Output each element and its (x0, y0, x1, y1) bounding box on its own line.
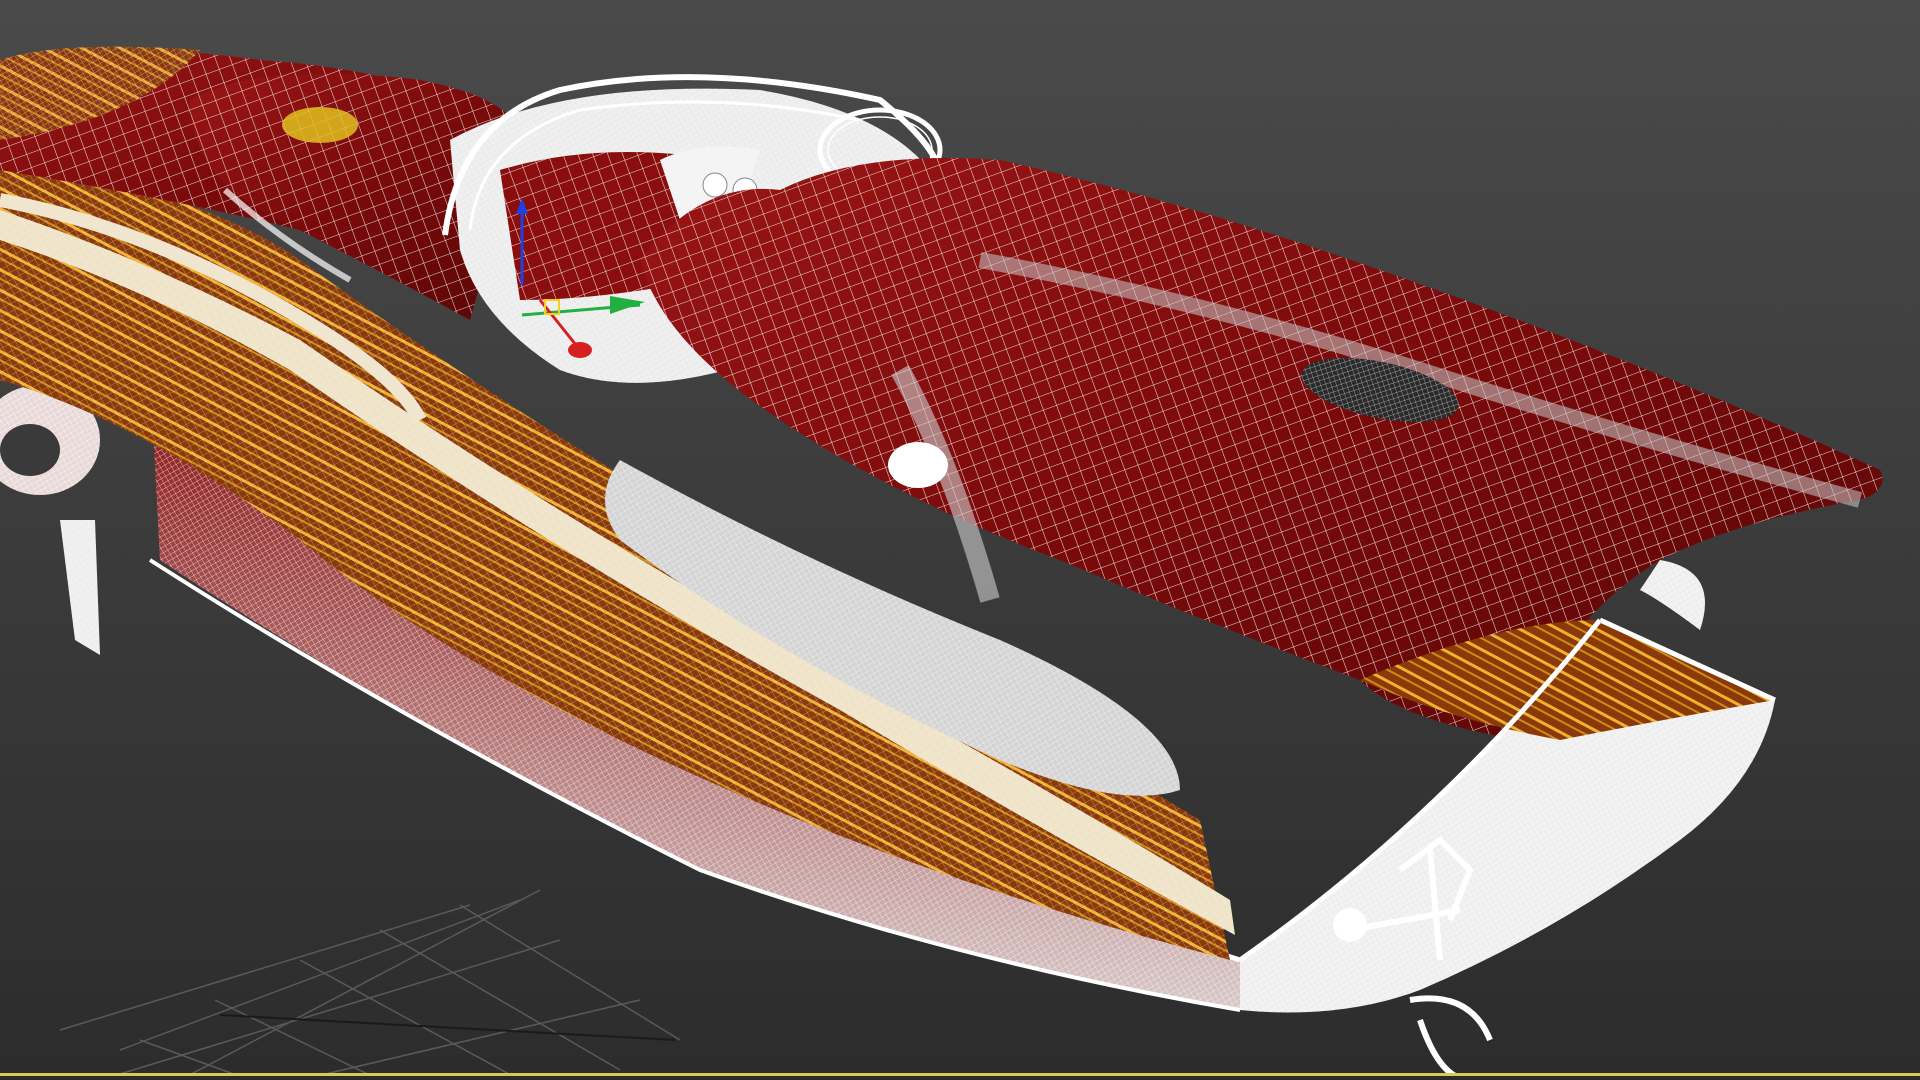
fuel-cap (888, 442, 948, 488)
3d-viewport[interactable] (0, 0, 1920, 1080)
gizmo-x-arrow-icon[interactable] (568, 342, 592, 358)
gauge-left (702, 172, 728, 198)
active-viewport-border (0, 1073, 1920, 1080)
viewport-canvas[interactable] (0, 0, 1920, 1080)
